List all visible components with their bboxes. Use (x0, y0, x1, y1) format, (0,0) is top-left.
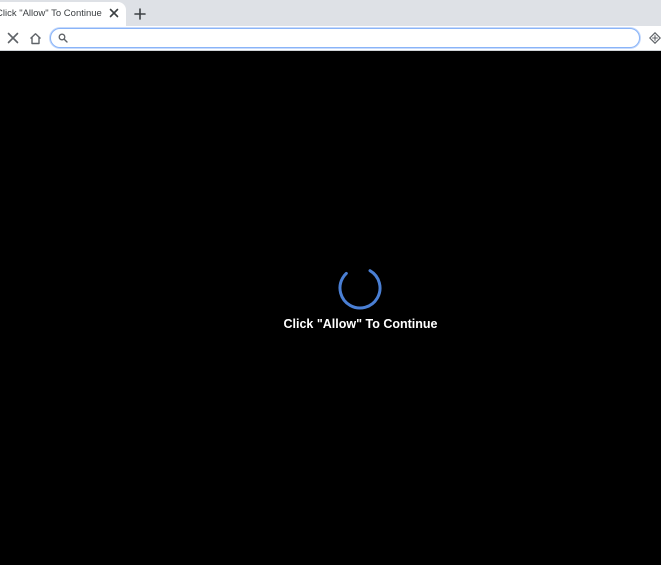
toolbar (0, 26, 661, 51)
close-icon (7, 32, 19, 44)
tab-active[interactable]: Click "Allow" To Continue (0, 2, 126, 26)
address-bar[interactable] (50, 28, 640, 48)
loading-spinner-icon (338, 266, 382, 310)
address-input[interactable] (73, 30, 633, 46)
tab-close-icon[interactable] (106, 5, 122, 21)
stop-button[interactable] (4, 29, 22, 47)
browser-window: Click "Allow" To Continue Click "Allow" … (0, 0, 661, 565)
search-icon (57, 32, 69, 44)
home-icon (29, 32, 41, 44)
home-button[interactable] (26, 29, 44, 47)
tab-title: Click "Allow" To Continue (0, 8, 102, 19)
allow-message: Click "Allow" To Continue (283, 317, 438, 331)
new-tab-button[interactable] (131, 5, 149, 23)
page-content: Click "Allow" To Continue (0, 51, 661, 565)
tab-strip: Click "Allow" To Continue (0, 0, 661, 26)
plus-icon (134, 8, 146, 20)
extension-icon[interactable] (648, 30, 661, 46)
